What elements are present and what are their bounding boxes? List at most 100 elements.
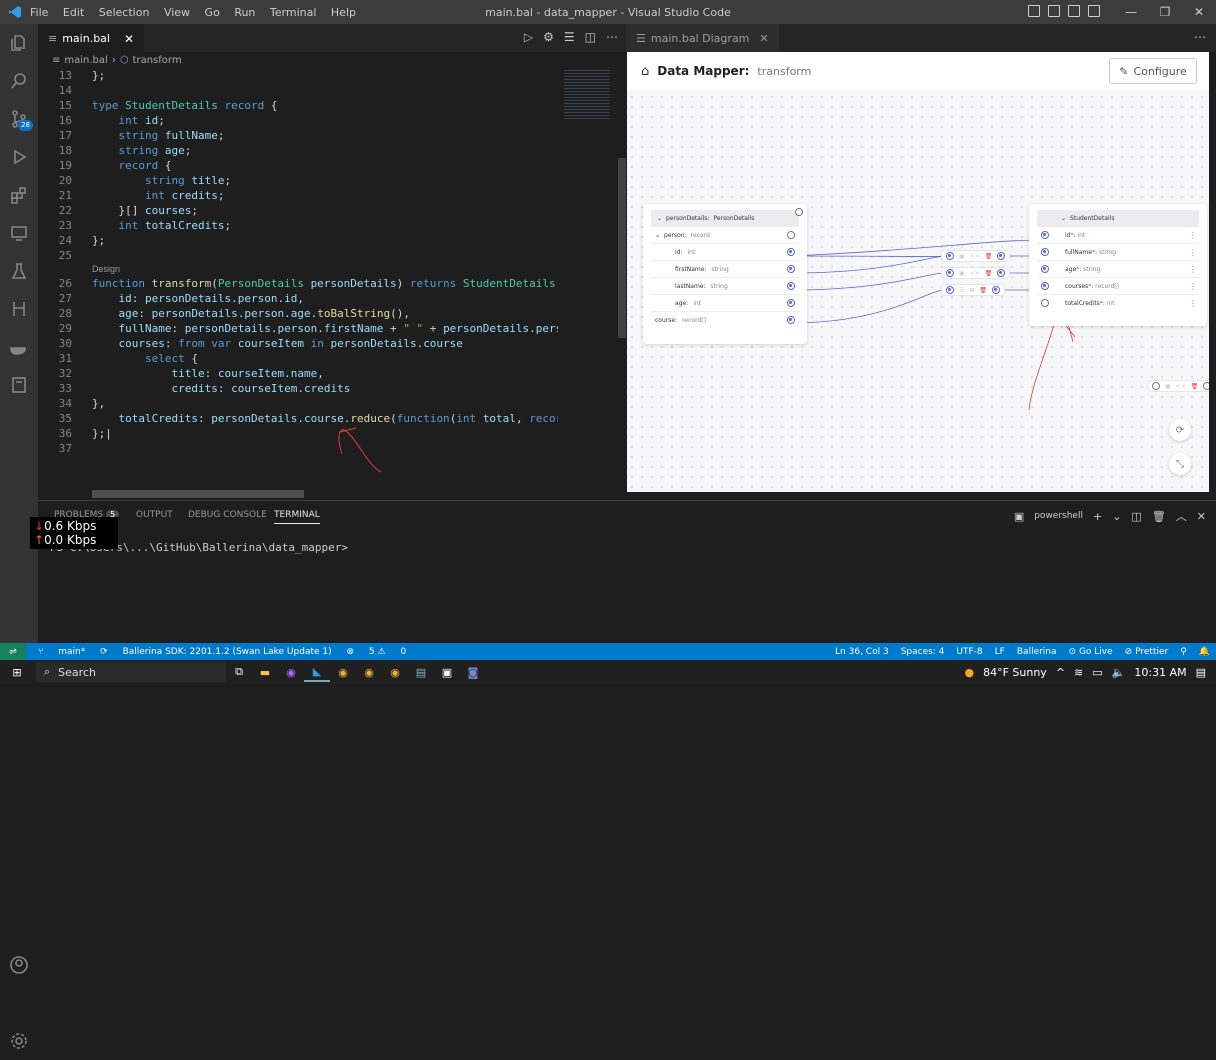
more-options-icon[interactable]: ⋮ xyxy=(1189,248,1197,257)
split-terminal-icon[interactable]: ◫ xyxy=(1131,510,1141,523)
expand-icon[interactable]: ▣ xyxy=(959,270,965,277)
code-lens-design[interactable]: Design xyxy=(38,263,558,276)
windows-start-icon[interactable]: ⊞ xyxy=(4,662,30,682)
scrollbar-thumb[interactable] xyxy=(618,158,626,338)
link-lastname[interactable] xyxy=(791,256,945,273)
app-icon[interactable]: ▤ xyxy=(408,662,434,682)
volume-icon[interactable]: 🔈 xyxy=(1112,666,1126,679)
taskbar-search[interactable]: ⌕ Search xyxy=(36,662,226,682)
source-group-person[interactable]: ⌄ person: record xyxy=(651,227,799,244)
accounts-icon[interactable] xyxy=(0,946,38,984)
more-options-icon[interactable]: ⋮ xyxy=(1189,282,1197,291)
chevron-down-icon[interactable]: ⌄ xyxy=(1112,510,1121,523)
tab-diagram[interactable]: ☰ main.bal Diagram ✕ xyxy=(626,24,779,52)
toggle-secondary-sidebar-icon[interactable] xyxy=(1068,5,1080,17)
source-lastname-port[interactable] xyxy=(787,282,795,290)
breadcrumb-symbol[interactable]: transform xyxy=(133,55,182,66)
new-terminal-icon[interactable]: + xyxy=(1093,510,1102,523)
more-options-icon[interactable]: ⋮ xyxy=(1189,231,1197,240)
notebook-icon[interactable] xyxy=(0,366,38,404)
remote-indicator-icon[interactable]: ⇌ xyxy=(0,643,26,660)
terminal-shell-label[interactable]: powershell xyxy=(1034,511,1083,521)
close-tab-icon[interactable]: ✕ xyxy=(124,32,134,46)
run-debug-icon[interactable] xyxy=(0,138,38,176)
close-panel-icon[interactable]: ✕ xyxy=(1197,510,1206,523)
source-course-port[interactable] xyxy=(787,316,795,324)
menu-go[interactable]: Go xyxy=(205,6,220,19)
target-id-port[interactable] xyxy=(1041,231,1049,239)
chevron-down-icon[interactable]: ⌄ xyxy=(655,232,660,239)
minimize-button[interactable]: — xyxy=(1114,5,1148,19)
source-firstname-port[interactable] xyxy=(787,265,795,273)
task-view-icon[interactable]: ⧉ xyxy=(226,662,252,682)
source-node-header[interactable]: ⌄ personDetails: PersonDetails xyxy=(651,210,799,227)
sdk-version[interactable]: Ballerina SDK: 2201.1.2 (Swan Lake Updat… xyxy=(123,647,332,657)
battery-icon[interactable]: ▭ xyxy=(1092,666,1102,679)
feedback-icon[interactable]: ⚲ xyxy=(1180,647,1187,657)
manage-gear-icon[interactable] xyxy=(0,1022,38,1060)
notification-center-icon[interactable]: ▤ xyxy=(1196,666,1206,679)
go-live[interactable]: ⊙ Go Live xyxy=(1069,647,1113,657)
target-fullname-port[interactable] xyxy=(1041,248,1049,256)
clock[interactable]: 10:31 AM xyxy=(1134,666,1186,679)
tab-main-bal[interactable]: ≡ main.bal ✕ xyxy=(38,24,144,52)
detached-transform-node[interactable]: ▣<>🗑 xyxy=(1147,380,1209,392)
more-actions-icon[interactable]: ⋯ xyxy=(1194,30,1206,44)
tab-output[interactable]: OUTPUT xyxy=(136,510,173,520)
chrome-icon-3[interactable]: ◉ xyxy=(382,662,408,682)
menu-edit[interactable]: Edit xyxy=(63,6,84,19)
delete-icon[interactable]: 🗑 xyxy=(985,270,993,277)
delete-icon[interactable]: 🗑 xyxy=(979,287,987,294)
input-port[interactable] xyxy=(946,269,954,277)
search-icon[interactable] xyxy=(0,62,38,100)
breadcrumb-file[interactable]: main.bal xyxy=(64,55,107,66)
menu-run[interactable]: Run xyxy=(234,6,255,19)
weather-label[interactable]: 84°F Sunny xyxy=(983,666,1047,679)
vertical-scrollbar[interactable] xyxy=(616,68,626,500)
target-totalcredits-port[interactable] xyxy=(1041,299,1049,307)
delete-icon[interactable]: 🗑 xyxy=(1191,383,1199,390)
transform-node-age[interactable]: ▣<>🗑 xyxy=(941,267,1010,279)
menu-terminal[interactable]: Terminal xyxy=(270,6,317,19)
transform-node-courses[interactable]: ☰⊞🗑 xyxy=(941,284,1005,296)
close-tab-icon[interactable]: ✕ xyxy=(759,32,768,45)
source-id-port[interactable] xyxy=(787,248,795,256)
target-courses-port[interactable] xyxy=(1041,282,1049,290)
github-desktop-icon[interactable]: ◉ xyxy=(278,662,304,682)
target-age-port[interactable] xyxy=(1041,265,1049,273)
menu-view[interactable]: View xyxy=(164,6,190,19)
output-port[interactable] xyxy=(997,269,1005,277)
chrome-icon[interactable]: ◉ xyxy=(330,662,356,682)
sync-icon[interactable]: ⟳ xyxy=(100,647,108,657)
docker-icon[interactable] xyxy=(0,328,38,366)
refresh-icon[interactable]: ⟳ xyxy=(1169,419,1191,441)
target-node-header[interactable]: ⌄ StudentDetails xyxy=(1037,210,1199,227)
split-editor-icon[interactable]: ◫ xyxy=(585,30,596,44)
expand-icon[interactable]: ▣ xyxy=(1165,383,1171,390)
end-of-line[interactable]: LF xyxy=(995,647,1005,657)
more-options-icon[interactable]: ⋮ xyxy=(1189,299,1197,308)
indentation[interactable]: Spaces: 4 xyxy=(901,647,945,657)
source-control-icon[interactable]: 28 xyxy=(0,100,38,138)
toggle-panel-icon[interactable] xyxy=(1048,5,1060,17)
discord-icon[interactable]: ◙ xyxy=(460,662,486,682)
code-icon[interactable]: <> xyxy=(970,253,980,260)
debug-icon[interactable]: ⚙ xyxy=(543,30,554,44)
more-actions-icon[interactable]: ⋯ xyxy=(606,30,618,44)
menu-file[interactable]: File xyxy=(30,6,48,19)
terminal-app-icon[interactable]: ▣ xyxy=(434,662,460,682)
maximize-button[interactable]: ❐ xyxy=(1148,5,1182,19)
testing-icon[interactable] xyxy=(0,252,38,290)
cursor-position[interactable]: Ln 36, Col 3 xyxy=(835,647,889,657)
chevron-down-icon[interactable]: ⌄ xyxy=(1061,215,1066,222)
data-mapper-canvas[interactable]: ⌂ Data Mapper: transform ✎ Configure ⌄ p… xyxy=(627,52,1209,492)
person-port[interactable] xyxy=(787,231,795,239)
vscode-taskbar-icon[interactable]: ◣ xyxy=(304,662,330,682)
input-port[interactable] xyxy=(946,286,954,294)
notifications-bell-icon[interactable]: 🔔 xyxy=(1199,647,1210,657)
horizontal-scrollbar[interactable] xyxy=(92,490,304,498)
ballerina-icon[interactable] xyxy=(0,290,38,328)
input-port[interactable] xyxy=(1152,382,1160,390)
more-options-icon[interactable]: ⋮ xyxy=(1189,265,1197,274)
language-mode[interactable]: Ballerina xyxy=(1017,647,1057,657)
